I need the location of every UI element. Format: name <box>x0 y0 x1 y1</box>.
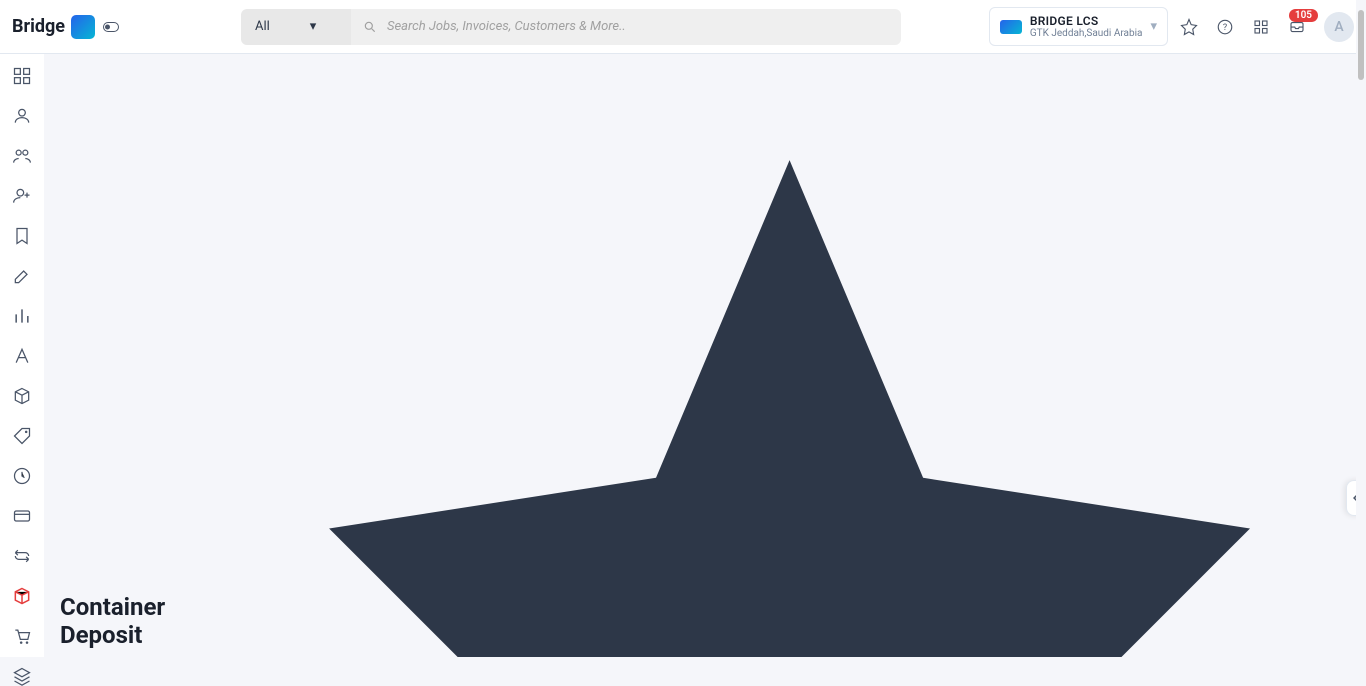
sidebar-layers-icon[interactable] <box>12 666 32 686</box>
sidebar-cart-icon[interactable] <box>12 626 32 646</box>
avatar[interactable]: A <box>1324 12 1354 42</box>
sidebar-chart-icon[interactable] <box>12 306 32 326</box>
org-logo-icon <box>1000 20 1022 34</box>
scrollbar-track <box>1356 0 1366 657</box>
scrollbar-thumb[interactable] <box>1358 10 1364 80</box>
favorite-star-icon[interactable] <box>237 68 1342 657</box>
app-logo[interactable]: Bridge <box>12 15 95 39</box>
sidebar-box-icon[interactable] <box>12 386 32 406</box>
global-search: All ▾ <box>241 9 901 45</box>
apps-grid-icon[interactable] <box>1252 18 1270 36</box>
search-scope-dropdown[interactable]: All ▾ <box>241 9 351 45</box>
org-switcher[interactable]: BRIDGE LCS GTK Jeddah,Saudi Arabia ▾ <box>989 7 1168 46</box>
logo-mark-icon <box>71 15 95 39</box>
topbar: Bridge All ▾ BRIDGE LCS GTK Jeddah,Saudi… <box>0 0 1366 54</box>
inbox-icon[interactable]: 105 <box>1288 18 1306 36</box>
topbar-actions: ? 105 A <box>1180 12 1354 42</box>
main-content: Container Deposit Deposits - 7 Refunds -… <box>44 54 1366 657</box>
sidebar <box>0 54 44 657</box>
logo-text: Bridge <box>12 16 65 37</box>
svg-text:?: ? <box>1223 23 1227 33</box>
sidebar-dashboard-icon[interactable] <box>12 66 32 86</box>
sidebar-container-icon[interactable] <box>12 586 32 606</box>
sidebar-card-icon[interactable] <box>12 506 32 526</box>
sidebar-font-icon[interactable] <box>12 346 32 366</box>
page-title: Container Deposit <box>60 593 227 649</box>
org-name: BRIDGE LCS <box>1030 14 1143 28</box>
toggle-icon[interactable] <box>103 22 119 32</box>
search-icon <box>363 9 377 45</box>
sidebar-bookmark-icon[interactable] <box>12 226 32 246</box>
sidebar-tag-icon[interactable] <box>12 426 32 446</box>
sidebar-clock-icon[interactable] <box>12 466 32 486</box>
search-scope-label: All <box>255 19 270 34</box>
help-icon[interactable]: ? <box>1216 18 1234 36</box>
search-input[interactable] <box>387 19 889 34</box>
sidebar-user-icon[interactable] <box>12 106 32 126</box>
sidebar-edit-icon[interactable] <box>12 266 32 286</box>
star-icon[interactable] <box>1180 18 1198 36</box>
org-location: GTK Jeddah,Saudi Arabia <box>1030 28 1143 39</box>
caret-down-icon: ▾ <box>310 19 317 34</box>
notification-badge: 105 <box>1289 9 1318 22</box>
sidebar-add-user-icon[interactable] <box>12 186 32 206</box>
search-field-wrap <box>351 9 901 45</box>
sidebar-users-icon[interactable] <box>12 146 32 166</box>
chevron-down-icon: ▾ <box>1150 19 1157 34</box>
sidebar-sync-icon[interactable] <box>12 546 32 566</box>
